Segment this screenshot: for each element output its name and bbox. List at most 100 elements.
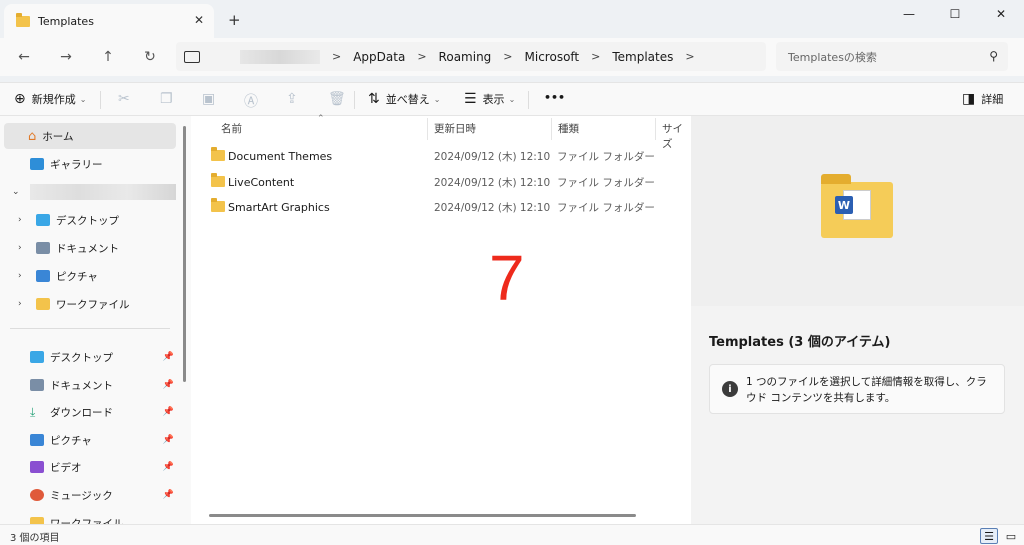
word-icon: W bbox=[835, 196, 853, 214]
pin-icon[interactable]: 📌 bbox=[163, 490, 174, 500]
sort-ascending-icon: ⌃ bbox=[317, 114, 325, 124]
tab-title: Templates bbox=[38, 14, 94, 28]
cut-icon[interactable]: ✂ bbox=[118, 91, 130, 107]
quick-access-videos[interactable]: ビデオ 📌 bbox=[4, 454, 176, 480]
tab-close-icon[interactable]: ✕ bbox=[194, 13, 204, 27]
music-icon bbox=[30, 489, 44, 501]
search-icon[interactable]: ⚲ bbox=[989, 49, 998, 63]
sidebar-item-gallery[interactable]: ギャラリー bbox=[4, 151, 176, 177]
pin-icon[interactable]: 📌 bbox=[163, 380, 174, 390]
view-label: 表示 bbox=[482, 93, 505, 106]
file-name: SmartArt Graphics bbox=[228, 200, 330, 214]
paste-icon[interactable]: ▣ bbox=[202, 91, 215, 107]
sidebar-item-user[interactable]: ⌄ bbox=[4, 179, 176, 205]
divider bbox=[354, 91, 355, 109]
table-row[interactable]: SmartArt Graphics 2024/09/12 (木) 12:10 フ… bbox=[207, 195, 687, 219]
breadcrumb-templates[interactable]: Templates bbox=[612, 50, 673, 64]
breadcrumb-roaming[interactable]: Roaming bbox=[439, 50, 492, 64]
file-date: 2024/09/12 (木) 12:10 bbox=[434, 176, 551, 189]
close-button[interactable]: ✕ bbox=[978, 0, 1024, 28]
column-header-name[interactable]: 名前 bbox=[221, 121, 242, 136]
sidebar-item-label: ビデオ bbox=[50, 461, 82, 474]
sidebar-scrollbar[interactable] bbox=[183, 126, 186, 382]
pin-icon[interactable]: 📌 bbox=[163, 352, 174, 362]
new-button[interactable]: ⊕ 新規作成 ⌄ bbox=[14, 91, 86, 107]
home-icon: ⌂ bbox=[28, 128, 37, 144]
breadcrumb-separator-icon: > bbox=[332, 50, 342, 63]
more-options-icon[interactable]: ••• bbox=[544, 91, 565, 104]
quick-access-music[interactable]: ミュージック 📌 bbox=[4, 482, 176, 508]
quick-access-pictures[interactable]: ピクチャ 📌 bbox=[4, 427, 176, 453]
maximize-button[interactable]: ☐ bbox=[932, 0, 978, 28]
folder-icon bbox=[36, 298, 50, 310]
info-icon: i bbox=[722, 381, 738, 397]
breadcrumb-separator-icon: > bbox=[591, 50, 601, 63]
column-divider[interactable] bbox=[427, 118, 428, 140]
tab-templates[interactable]: Templates ✕ bbox=[4, 4, 214, 38]
sidebar-item-workfiles[interactable]: › ワークファイル bbox=[4, 291, 176, 317]
sidebar-item-label: ドキュメント bbox=[50, 379, 113, 392]
sort-button[interactable]: ⇅ 並べ替え ⌄ bbox=[368, 91, 440, 107]
download-icon: ⤓ bbox=[30, 404, 36, 419]
item-count: 3 個の項目 bbox=[10, 533, 60, 544]
command-bar: ⊕ 新規作成 ⌄ ✂ ❐ ▣ Ⓐ ⇪ 🗑 ⇅ 並べ替え ⌄ ☰ 表示 ⌄ •••… bbox=[0, 82, 1024, 116]
details-pane: W Templates (3 個のアイテム) i 1 つのファイルを選択して詳細… bbox=[691, 116, 1024, 524]
minimize-button[interactable]: — bbox=[886, 0, 932, 28]
new-tab-button[interactable]: + bbox=[228, 11, 241, 29]
pictures-icon bbox=[30, 434, 44, 446]
title-bar: Templates ✕ + — ☐ ✕ bbox=[0, 0, 1024, 38]
column-divider[interactable] bbox=[655, 118, 656, 140]
forward-button[interactable]: → bbox=[54, 46, 78, 68]
file-type: ファイル フォルダー bbox=[557, 150, 655, 163]
search-placeholder: Templatesの検索 bbox=[788, 50, 877, 64]
gallery-icon bbox=[30, 158, 44, 170]
back-button[interactable]: ← bbox=[12, 46, 36, 68]
chevron-down-icon: ⌄ bbox=[433, 94, 441, 104]
sidebar-item-home[interactable]: ⌂ ホーム bbox=[4, 123, 176, 149]
delete-icon[interactable]: 🗑 bbox=[328, 91, 346, 107]
table-row[interactable]: LiveContent 2024/09/12 (木) 12:10 ファイル フォ… bbox=[207, 170, 687, 194]
column-divider[interactable] bbox=[551, 118, 552, 140]
column-header-type[interactable]: 種類 bbox=[558, 121, 579, 136]
sidebar-item-documents[interactable]: › ドキュメント bbox=[4, 235, 176, 261]
file-date: 2024/09/12 (木) 12:10 bbox=[434, 201, 551, 214]
share-icon[interactable]: ⇪ bbox=[286, 91, 298, 107]
quick-access-documents[interactable]: ドキュメント 📌 bbox=[4, 372, 176, 398]
up-button[interactable]: ↑ bbox=[96, 46, 120, 68]
divider bbox=[528, 91, 529, 109]
sidebar-item-label: デスクトップ bbox=[56, 214, 119, 227]
address-bar[interactable]: > AppData > Roaming > Microsoft > Templa… bbox=[176, 42, 766, 71]
view-lines-icon: ☰ bbox=[464, 91, 477, 107]
divider bbox=[10, 328, 170, 329]
folder-icon bbox=[211, 198, 225, 212]
sidebar-item-desktop[interactable]: › デスクトップ bbox=[4, 207, 176, 233]
plus-circle-icon: ⊕ bbox=[14, 91, 26, 107]
search-input[interactable]: Templatesの検索 ⚲ bbox=[776, 42, 1008, 71]
details-view-icon[interactable]: ☰ bbox=[980, 528, 998, 544]
breadcrumb-appdata[interactable]: AppData bbox=[353, 50, 405, 64]
large-icons-view-icon[interactable]: ▭ bbox=[1002, 528, 1020, 544]
view-button[interactable]: ☰ 表示 ⌄ bbox=[464, 91, 515, 107]
rename-icon[interactable]: Ⓐ bbox=[244, 91, 258, 111]
sidebar-item-label: ダウンロード bbox=[50, 406, 113, 419]
sidebar-item-pictures[interactable]: › ピクチャ bbox=[4, 263, 176, 289]
breadcrumb-separator-icon: > bbox=[503, 50, 513, 63]
refresh-button[interactable]: ↻ bbox=[138, 46, 162, 68]
pin-icon[interactable]: 📌 bbox=[163, 462, 174, 472]
chevron-down-icon: ⌄ bbox=[79, 94, 87, 104]
desktop-icon bbox=[30, 351, 44, 363]
quick-access-desktop[interactable]: デスクトップ 📌 bbox=[4, 344, 176, 370]
quick-access-downloads[interactable]: ⤓ ダウンロード 📌 bbox=[4, 399, 176, 425]
breadcrumb-microsoft[interactable]: Microsoft bbox=[525, 50, 580, 64]
folder-icon bbox=[30, 517, 44, 524]
copy-icon[interactable]: ❐ bbox=[160, 91, 173, 107]
quick-access-workfiles[interactable]: ワークファイル bbox=[4, 510, 176, 524]
table-row[interactable]: Document Themes 2024/09/12 (木) 12:10 ファイ… bbox=[207, 144, 687, 168]
column-header-date[interactable]: 更新日時 bbox=[434, 121, 476, 136]
details-pane-button[interactable]: ◨ 詳細 bbox=[962, 91, 1003, 107]
preview-area: W bbox=[691, 116, 1024, 306]
pin-icon[interactable]: 📌 bbox=[163, 407, 174, 417]
horizontal-scrollbar[interactable] bbox=[209, 514, 636, 517]
pin-icon[interactable]: 📌 bbox=[163, 435, 174, 445]
breadcrumb: > AppData > Roaming > Microsoft > Templa… bbox=[320, 50, 707, 64]
